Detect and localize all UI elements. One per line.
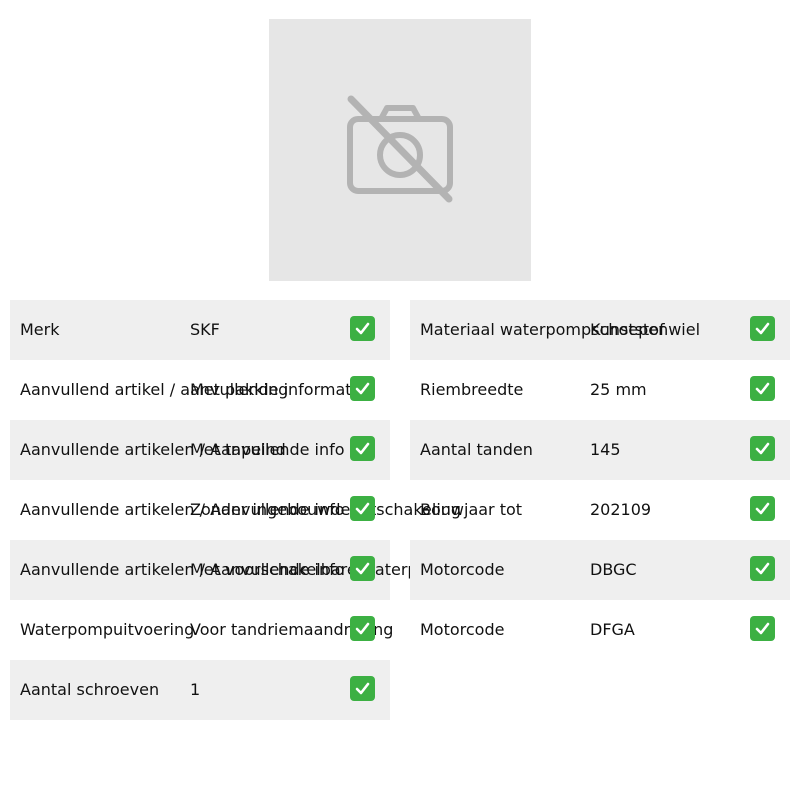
check-mark-icon — [350, 616, 375, 641]
spec-row: Aanvullend artikel / aanvullende informa… — [10, 360, 390, 420]
spec-value: DBGC — [590, 560, 637, 579]
spec-row: Motorcode DFGA — [410, 600, 790, 660]
spec-label: Aantal schroeven — [20, 680, 160, 699]
spec-row: Motorcode DBGC — [410, 540, 790, 600]
spec-value: Met pakking — [190, 380, 289, 399]
check-mark-icon — [750, 496, 775, 521]
check-mark-icon — [350, 676, 375, 701]
check-mark-icon — [750, 436, 775, 461]
spec-row: Aanvullende artikelen / Aanvullende info… — [10, 480, 461, 540]
spec-label: Riembreedte — [420, 380, 524, 399]
spec-value: Kunststof — [590, 320, 665, 339]
spec-row: Waterpompuitvoering Voor tandriemaandrij… — [10, 600, 393, 660]
spec-label: Motorcode — [420, 620, 505, 639]
spec-value: SKF — [190, 320, 220, 339]
spec-label: Motorcode — [420, 560, 505, 579]
product-image-placeholder — [269, 19, 531, 281]
spec-value: 145 — [590, 440, 621, 459]
check-mark-icon — [350, 436, 375, 461]
check-mark-icon — [750, 376, 775, 401]
spec-row: Merk SKF — [10, 300, 390, 360]
spec-value: DFGA — [590, 620, 635, 639]
spec-label: Waterpompuitvoering — [20, 620, 195, 639]
spec-row: Aantal schroeven 1 — [10, 660, 390, 720]
spec-row: Bouwjaar tot 202109 — [410, 480, 790, 540]
spec-value: 202109 — [590, 500, 652, 519]
check-mark-icon — [350, 376, 375, 401]
spec-row: Aanvullende artikelen / Aanvullende info… — [10, 540, 453, 600]
spec-row: Riembreedte 25 mm — [410, 360, 790, 420]
spec-value: Met tapeind — [190, 440, 286, 459]
check-mark-icon — [350, 496, 375, 521]
spec-table-right: Materiaal waterpompschoepenwiel Kunststo… — [410, 300, 790, 660]
spec-label: Aantal tanden — [420, 440, 533, 459]
check-mark-icon — [750, 616, 775, 641]
spec-value: 25 mm — [590, 380, 647, 399]
spec-label: Merk — [20, 320, 60, 339]
spec-row: Aantal tanden 145 — [410, 420, 790, 480]
check-mark-icon — [350, 316, 375, 341]
no-photo-icon — [347, 95, 453, 203]
check-mark-icon — [750, 556, 775, 581]
spec-row: Materiaal waterpompschoepenwiel Kunststo… — [410, 300, 790, 360]
spec-table-left: Merk SKF Aanvullend artikel / aanvullend… — [10, 300, 461, 720]
product-spec-page: Merk SKF Aanvullend artikel / aanvullend… — [0, 0, 800, 800]
check-mark-icon — [350, 556, 375, 581]
spec-label: Bouwjaar tot — [420, 500, 523, 519]
spec-value: 1 — [190, 680, 201, 699]
spec-row: Aanvullende artikelen / Aanvullende info… — [10, 420, 390, 480]
check-mark-icon — [750, 316, 775, 341]
